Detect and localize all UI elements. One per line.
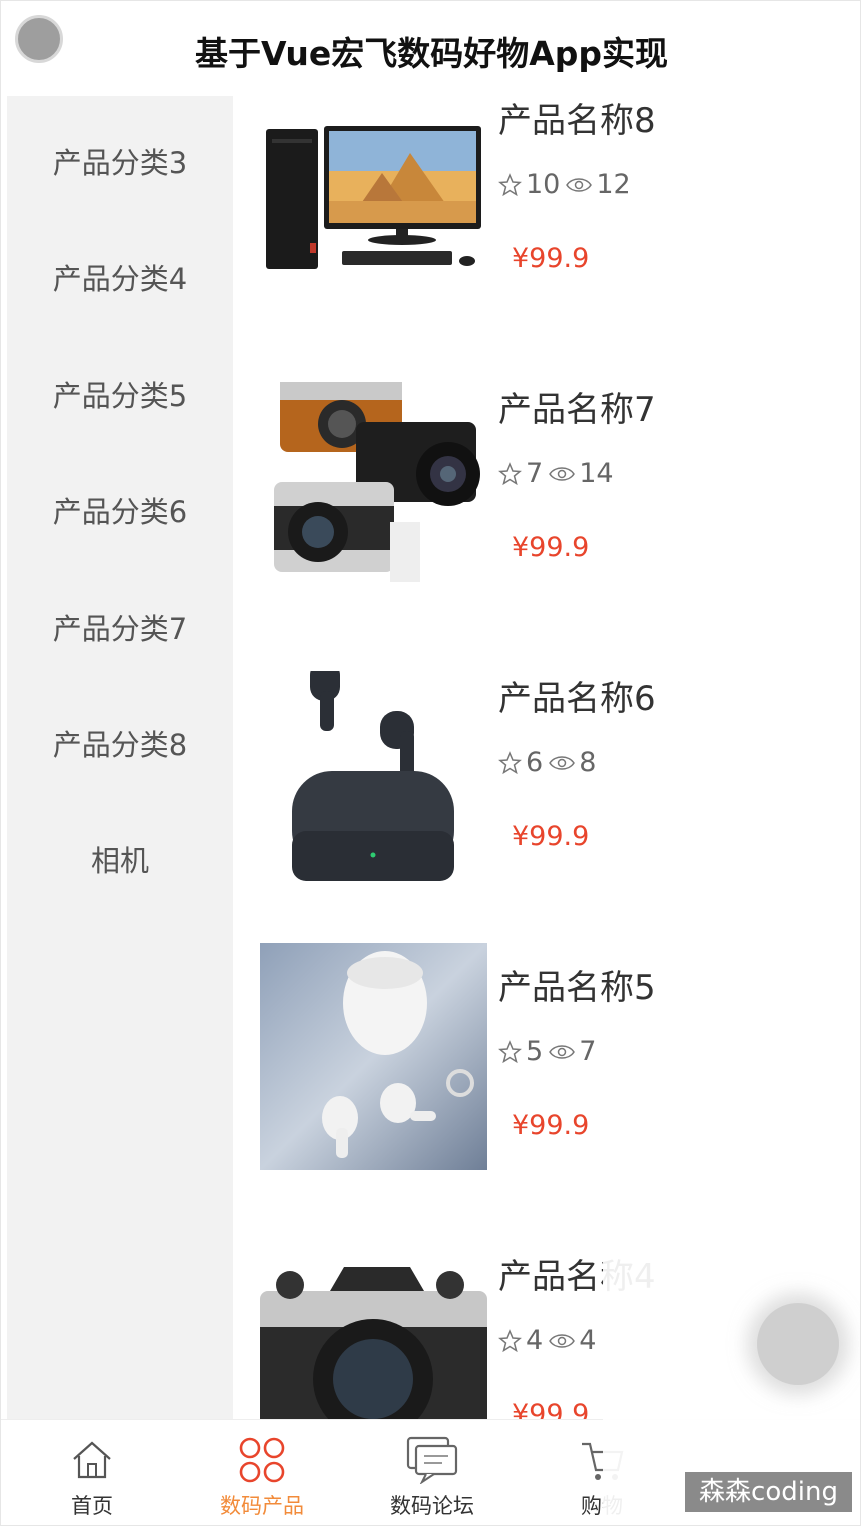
- star-icon[interactable]: [498, 1039, 522, 1064]
- home-icon: [70, 1436, 114, 1484]
- product-image-cameras[interactable]: [260, 382, 487, 609]
- tab-forum[interactable]: 数码论坛: [347, 1420, 517, 1525]
- product-image-desktop[interactable]: [260, 93, 487, 320]
- star-icon[interactable]: [498, 461, 522, 486]
- eye-icon: [549, 1043, 576, 1061]
- eye-icon: [566, 176, 593, 194]
- page-title: 基于Vue宏飞数码好物App实现: [194, 34, 669, 73]
- tab-home[interactable]: 首页: [7, 1420, 177, 1525]
- product-stats: 7 14: [498, 458, 620, 489]
- view-count: 4: [579, 1325, 597, 1356]
- view-count: 8: [579, 747, 597, 778]
- tab-digital-products[interactable]: 数码产品: [177, 1420, 347, 1525]
- view-count: 14: [579, 458, 614, 489]
- sidebar-item-category8[interactable]: 产品分类8: [7, 713, 233, 773]
- eye-icon: [549, 465, 576, 483]
- tab-digital-products-label: 数码产品: [220, 1494, 304, 1518]
- floating-action-button[interactable]: [757, 1303, 839, 1385]
- like-count: 7: [526, 458, 544, 489]
- sidebar-item-camera[interactable]: 相机: [7, 829, 233, 889]
- like-count: 10: [526, 169, 561, 200]
- product-name[interactable]: 产品名称5: [498, 960, 656, 1009]
- product-stats: 5 7: [498, 1036, 602, 1067]
- sidebar-item-category7[interactable]: 产品分类7: [7, 597, 233, 657]
- product-name[interactable]: 产品名称7: [498, 382, 656, 431]
- product-price: ¥99.9: [512, 1110, 590, 1141]
- like-count: 4: [526, 1325, 544, 1356]
- like-count: 6: [526, 747, 544, 778]
- tab-forum-label: 数码论坛: [390, 1494, 474, 1518]
- view-count: 12: [596, 169, 631, 200]
- product-stats: 4 4: [498, 1325, 602, 1356]
- product-price: ¥99.9: [512, 243, 590, 274]
- header: 基于Vue宏飞数码好物App实现: [1, 1, 860, 96]
- product-image-earbuds-white[interactable]: [260, 943, 487, 1170]
- product-price: ¥99.9: [512, 821, 590, 852]
- grid-icon: [238, 1436, 286, 1484]
- product-name[interactable]: 产品名称6: [498, 671, 656, 720]
- view-count: 7: [579, 1036, 597, 1067]
- eye-icon: [549, 1332, 576, 1350]
- star-icon[interactable]: [498, 1328, 522, 1353]
- watermark: 森森coding: [685, 1472, 852, 1512]
- product-price: ¥99.9: [512, 532, 590, 563]
- product-stats: 6 8: [498, 747, 602, 778]
- product-card[interactable]: 产品名称7 7 14 ¥99.9: [260, 382, 860, 612]
- eye-icon: [549, 754, 576, 772]
- sidebar-item-category4[interactable]: 产品分类4: [7, 247, 233, 307]
- sidebar-item-category3[interactable]: 产品分类3: [7, 131, 233, 191]
- app-screen: 基于Vue宏飞数码好物App实现 产品分类3 产品分类4 产品分类5 产品分类6…: [0, 0, 861, 1526]
- product-image-earbuds-dark[interactable]: [260, 671, 487, 898]
- product-card[interactable]: 产品名称5 5 7 ¥99.9: [260, 943, 860, 1190]
- product-card[interactable]: 产品名称8 10 12 ¥99.9: [260, 93, 860, 323]
- category-sidebar: 产品分类3 产品分类4 产品分类5 产品分类6 产品分类7 产品分类8 相机: [7, 96, 233, 1419]
- product-stats: 10 12: [498, 169, 637, 200]
- like-count: 5: [526, 1036, 544, 1067]
- tab-home-label: 首页: [71, 1494, 113, 1518]
- chat-icon: [406, 1436, 458, 1484]
- star-icon[interactable]: [498, 172, 522, 197]
- sidebar-item-category6[interactable]: 产品分类6: [7, 480, 233, 540]
- sidebar-item-category5[interactable]: 产品分类5: [7, 364, 233, 424]
- product-card[interactable]: 产品名称6 6 8 ¥99.9: [260, 671, 860, 901]
- star-icon[interactable]: [498, 750, 522, 775]
- product-name[interactable]: 产品名称8: [498, 93, 656, 142]
